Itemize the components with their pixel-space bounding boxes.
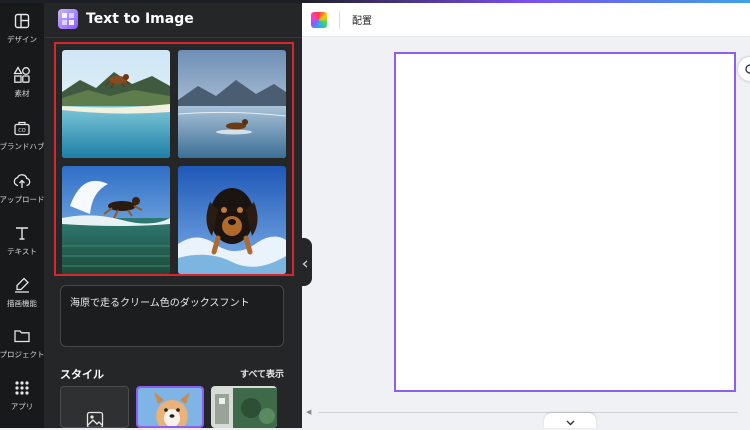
canvas-refresh-button[interactable]: [738, 57, 750, 81]
refresh-icon: [744, 60, 750, 79]
style-photo-card[interactable]: [136, 386, 204, 428]
horizontal-scrollbar[interactable]: [318, 412, 738, 413]
generated-image-1[interactable]: [62, 50, 170, 158]
arrange-button[interactable]: 配置: [352, 12, 372, 27]
generated-image-3[interactable]: [62, 166, 170, 274]
image-icon: [86, 411, 104, 427]
color-picker-button[interactable]: [311, 12, 327, 28]
see-all-link[interactable]: すべて表示: [240, 367, 284, 380]
rail-label: アップロード: [0, 195, 45, 204]
chevron-down-icon: [566, 411, 575, 430]
brand-hub-icon: CO: [11, 117, 33, 139]
editor-toolbar: 配置: [302, 3, 750, 37]
panel-collapse-handle[interactable]: [298, 238, 312, 286]
chevron-left-icon: [302, 253, 308, 272]
rail-label: アプリ: [10, 402, 34, 411]
rail-label: プロジェクト: [0, 350, 45, 359]
rail-item-brand-hub[interactable]: CO ブランドハブ: [0, 117, 45, 157]
rail-label: テキスト: [7, 247, 37, 256]
style-scene-card[interactable]: [211, 386, 277, 428]
rail-item-elements[interactable]: 素材: [0, 64, 44, 104]
svg-text:CO: CO: [18, 128, 25, 134]
prompt-text: 海原で走るクリーム色のダックスフント: [70, 298, 250, 309]
layout-icon: [11, 10, 33, 32]
rail-item-projects[interactable]: プロジェクト: [0, 325, 45, 365]
style-none-card[interactable]: [60, 386, 129, 428]
top-accent-bar: [0, 0, 750, 3]
rail-label: デザイン: [7, 35, 37, 44]
text-to-image-panel: Text to Image 海原で走るクリーム色のダックスフント スタイル すべ…: [44, 0, 302, 428]
rail-label: ブランドハブ: [0, 142, 45, 151]
side-rail: デザイン 素材 CO ブランドハブ アップロード テキスト 描画機能 プロジェク…: [0, 0, 45, 428]
rail-item-text[interactable]: テキスト: [0, 222, 44, 262]
generated-images-highlight: [54, 42, 294, 276]
rail-item-draw[interactable]: 描画機能: [0, 274, 44, 314]
text-icon: [11, 222, 33, 244]
rail-label: 描画機能: [7, 299, 37, 308]
app-logo-icon: [58, 9, 78, 29]
rail-item-upload[interactable]: アップロード: [0, 170, 45, 210]
panel-header: Text to Image: [58, 8, 194, 30]
style-section-title: スタイル: [60, 368, 104, 381]
draw-icon: [11, 274, 33, 296]
scroll-left-arrow-icon[interactable]: ◀: [306, 408, 311, 416]
shapes-icon: [11, 64, 33, 86]
pages-toggle-tab[interactable]: [544, 413, 596, 428]
rail-item-design[interactable]: デザイン: [0, 10, 44, 50]
rail-item-apps[interactable]: アプリ: [0, 377, 44, 417]
folder-icon: [11, 325, 33, 347]
prompt-input[interactable]: 海原で走るクリーム色のダックスフント: [60, 285, 284, 347]
generated-image-4[interactable]: [178, 166, 286, 274]
generated-image-2[interactable]: [178, 50, 286, 158]
design-canvas-page[interactable]: [394, 52, 736, 392]
panel-title: Text to Image: [86, 11, 194, 27]
upload-icon: [11, 170, 33, 192]
header-divider: [44, 37, 302, 38]
rail-label: 素材: [14, 89, 30, 98]
toolbar-divider: [339, 11, 340, 29]
apps-grid-icon: [11, 377, 33, 399]
